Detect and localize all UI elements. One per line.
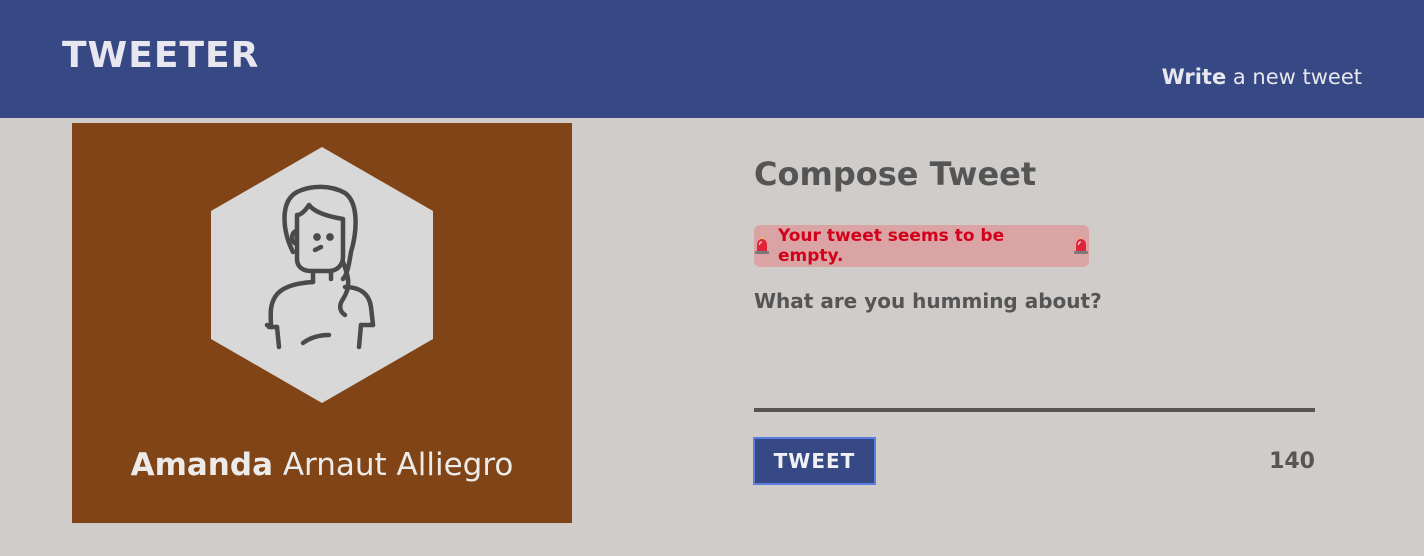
error-message-box: Your tweet seems to be empty. <box>754 225 1089 267</box>
app-logo[interactable]: TWEETER <box>62 36 259 76</box>
profile-last-name: Arnaut Alliegro <box>273 447 514 483</box>
write-new-tweet-rest: a new tweet <box>1226 65 1362 89</box>
error-message-text: Your tweet seems to be empty. <box>778 226 1005 266</box>
profile-first-name: Amanda <box>130 447 273 483</box>
tweet-prompt-label: What are you humming about? <box>754 289 1102 313</box>
compose-title: Compose Tweet <box>754 155 1037 193</box>
write-new-tweet-strong: Write <box>1161 65 1227 89</box>
siren-icon <box>754 237 770 255</box>
tweet-button[interactable]: TWEET <box>753 437 876 485</box>
profile-name: Amanda Arnaut Alliegro <box>72 441 572 489</box>
siren-icon <box>1073 237 1089 255</box>
character-counter: 140 <box>1269 449 1315 474</box>
woman-avatar-icon <box>211 147 433 403</box>
tweet-textarea[interactable] <box>754 320 1315 412</box>
profile-card: Amanda Arnaut Alliegro <box>72 123 572 523</box>
navbar: TWEETER Write a new tweet <box>0 0 1424 118</box>
write-new-tweet-link[interactable]: Write a new tweet <box>1162 62 1362 92</box>
